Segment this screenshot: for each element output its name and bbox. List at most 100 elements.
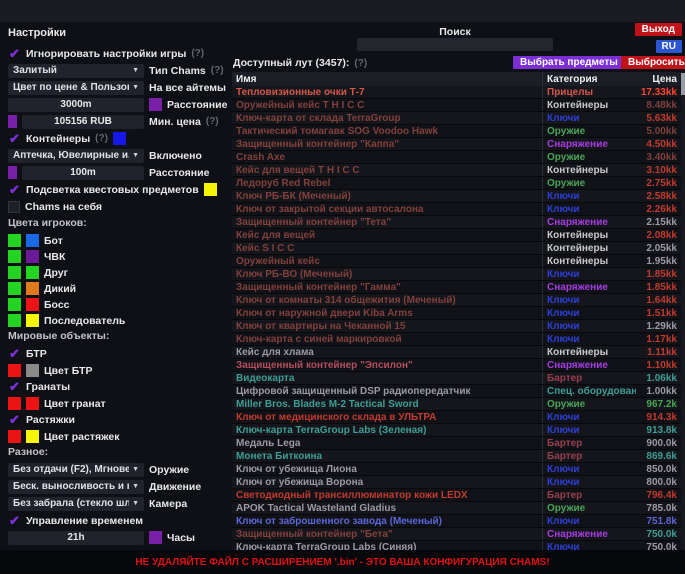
settings-row: 105156 RUBМин. цена(?) bbox=[8, 115, 230, 128]
text-input[interactable]: 100m bbox=[22, 166, 144, 180]
item-name: Тактический томагавк SOG Voodoo Hawk bbox=[232, 126, 542, 137]
item-price: 3.10kk bbox=[636, 165, 681, 176]
color-swatch[interactable] bbox=[8, 234, 21, 247]
checkbox[interactable]: ✔ bbox=[8, 183, 21, 196]
table-row[interactable]: Защищенный контейнер "Тета"Снаряжение2.1… bbox=[232, 216, 681, 229]
table-row[interactable]: Кейс для вещейКонтейнеры2.08kk bbox=[232, 229, 681, 242]
color-swatch[interactable] bbox=[113, 132, 126, 145]
color-swatch[interactable] bbox=[8, 266, 21, 279]
dropdown[interactable]: Аптечка, Ювелирные и...▼ bbox=[8, 149, 144, 163]
color-swatch[interactable] bbox=[149, 98, 162, 111]
item-name: Светодиодный трансиллюминатор кожи LEDX bbox=[232, 490, 542, 501]
color-swatch[interactable] bbox=[26, 430, 39, 443]
color-swatch[interactable] bbox=[8, 364, 21, 377]
settings-row: Цвет по цене & Пользователь▼На все айтем… bbox=[8, 81, 230, 94]
table-row[interactable]: Кейс для вещей T H I C CКонтейнеры3.10kk bbox=[232, 164, 681, 177]
table-row[interactable]: Оружейный кейс T H I C CКонтейнеры8.48kk bbox=[232, 99, 681, 112]
table-row[interactable]: Монета БиткоинаБартер869.6k bbox=[232, 450, 681, 463]
table-row[interactable]: Ключ от закрытой секции автосалонаКлючи2… bbox=[232, 203, 681, 216]
language-button[interactable]: RU bbox=[656, 40, 682, 53]
color-swatch[interactable] bbox=[26, 397, 39, 410]
table-row[interactable]: Miller Bros. Blades M-2 Tactical SwordОр… bbox=[232, 398, 681, 411]
table-row[interactable]: Защищенный контейнер "Бета"Снаряжение750… bbox=[232, 528, 681, 541]
table-row[interactable]: Оружейный кейсКонтейнеры1.95kk bbox=[232, 255, 681, 268]
checkbox[interactable]: ✔ bbox=[8, 47, 21, 60]
settings-panel-title: Настройки bbox=[8, 27, 230, 39]
dropdown-value: Беск. выносливость и нет уста bbox=[13, 481, 129, 492]
table-row[interactable]: Медаль LegaБартер900.0k bbox=[232, 437, 681, 450]
setting-label: Движение bbox=[149, 481, 201, 493]
table-scrollbar[interactable] bbox=[681, 72, 685, 550]
item-name: Ключ от медицинского склада в УЛЬТРА bbox=[232, 412, 542, 423]
checkbox[interactable]: ✔ bbox=[8, 413, 21, 426]
table-row[interactable]: Светодиодный трансиллюминатор кожи LEDXБ… bbox=[232, 489, 681, 502]
text-input[interactable]: 21h bbox=[8, 531, 144, 545]
settings-row: 21hЧасы bbox=[8, 531, 230, 544]
table-row[interactable]: Ключ от убежища ВоронаКлючи800.0k bbox=[232, 476, 681, 489]
bottom-bar: НЕ УДАЛЯЙТЕ ФАЙЛ С РАСШИРЕНИЕМ '.bin' - … bbox=[0, 550, 685, 574]
color-swatch[interactable] bbox=[8, 115, 17, 128]
dropdown[interactable]: Без отдачи (F2), Мгновенное п▼ bbox=[8, 463, 144, 477]
table-row[interactable]: Ледоруб Red RebelОружие2.75kk bbox=[232, 177, 681, 190]
text-input[interactable]: 105156 RUB bbox=[22, 115, 144, 129]
dropdown[interactable]: Залитый▼ bbox=[8, 64, 144, 78]
drop-all-button[interactable]: Выбросить все bbox=[621, 56, 685, 69]
color-swatch[interactable] bbox=[149, 531, 162, 544]
table-row[interactable]: Защищенный контейнер "Гамма"Снаряжение1.… bbox=[232, 281, 681, 294]
color-swatch[interactable] bbox=[8, 250, 21, 263]
color-swatch[interactable] bbox=[26, 250, 39, 263]
table-row[interactable]: Кейс для хламаКонтейнеры1.11kk bbox=[232, 346, 681, 359]
item-price: 2.05kk bbox=[636, 243, 681, 254]
scrollbar-thumb[interactable] bbox=[681, 73, 685, 95]
dropdown[interactable]: Цвет по цене & Пользователь▼ bbox=[8, 81, 144, 95]
checkbox[interactable]: ✔ bbox=[8, 347, 21, 360]
item-category: Бартер bbox=[542, 372, 636, 384]
color-swatch[interactable] bbox=[8, 166, 17, 179]
item-price: 967.2k bbox=[636, 399, 681, 410]
color-swatch[interactable] bbox=[26, 314, 39, 327]
color-swatch[interactable] bbox=[204, 183, 217, 196]
color-swatch[interactable] bbox=[8, 314, 21, 327]
item-category: Ключи bbox=[542, 294, 636, 306]
table-row[interactable]: ВидеокартаБартер1.06kk bbox=[232, 372, 681, 385]
table-row[interactable]: Ключ РБ-БК (Меченый)Ключи2.58kk bbox=[232, 190, 681, 203]
table-row[interactable]: APOK Tactical Wasteland GladiusОружие785… bbox=[232, 502, 681, 515]
text-input[interactable]: 3000m bbox=[8, 98, 144, 112]
color-swatch[interactable] bbox=[8, 397, 21, 410]
table-row[interactable]: Ключ РБ-ВО (Меченый)Ключи1.85kk bbox=[232, 268, 681, 281]
color-swatch[interactable] bbox=[8, 298, 21, 311]
table-row[interactable]: Crash AxeОружие3.40kk bbox=[232, 151, 681, 164]
table-row[interactable]: Ключ-карта TerraGroup Labs (Зеленая)Ключ… bbox=[232, 424, 681, 437]
table-row[interactable]: Защищенный контейнер "Каппа"Снаряжение4.… bbox=[232, 138, 681, 151]
table-row[interactable]: Ключ от наружной двери Kiba ArmsКлючи1.5… bbox=[232, 307, 681, 320]
table-row[interactable]: Ключ-карта TerraGroup Labs (Синяя)Ключи7… bbox=[232, 541, 681, 550]
exit-button[interactable]: Выход bbox=[635, 23, 682, 36]
table-row[interactable]: Ключ-карта от склада TerraGroupКлючи5.63… bbox=[232, 112, 681, 125]
table-row[interactable]: Цифровой защищенный DSP радиопередатчикС… bbox=[232, 385, 681, 398]
checkbox[interactable]: ✔ bbox=[8, 132, 21, 145]
color-swatch[interactable] bbox=[26, 298, 39, 311]
table-row[interactable]: Ключ от комнаты 314 общежития (Меченый)К… bbox=[232, 294, 681, 307]
table-row[interactable]: Защищенный контейнер "Эпсилон"Снаряжение… bbox=[232, 359, 681, 372]
table-row[interactable]: Ключ от квартиры на Чеканной 15Ключи1.29… bbox=[232, 320, 681, 333]
table-row[interactable]: Тактический томагавк SOG Voodoo HawkОруж… bbox=[232, 125, 681, 138]
checkbox[interactable] bbox=[8, 201, 20, 213]
color-swatch[interactable] bbox=[8, 430, 21, 443]
table-row[interactable]: Ключ от убежища ЛионаКлючи850.0k bbox=[232, 463, 681, 476]
color-swatch[interactable] bbox=[8, 282, 21, 295]
table-row[interactable]: Ключ от медицинского склада в УЛЬТРАКлюч… bbox=[232, 411, 681, 424]
dropdown[interactable]: Без забрала (стекло шлема)▼ bbox=[8, 497, 144, 511]
color-swatch[interactable] bbox=[26, 234, 39, 247]
color-swatch[interactable] bbox=[26, 266, 39, 279]
color-swatch[interactable] bbox=[26, 282, 39, 295]
table-row[interactable]: Кейс S I C CКонтейнеры2.05kk bbox=[232, 242, 681, 255]
checkbox[interactable]: ✔ bbox=[8, 380, 21, 393]
section-label: Цвета игроков: bbox=[8, 217, 230, 229]
checkbox[interactable]: ✔ bbox=[8, 514, 21, 527]
color-swatch[interactable] bbox=[26, 364, 39, 377]
table-row[interactable]: Ключ от заброшенного завода (Меченый)Клю… bbox=[232, 515, 681, 528]
table-row[interactable]: Ключ-карта с синей маркировкойКлючи1.17k… bbox=[232, 333, 681, 346]
search-input[interactable] bbox=[357, 38, 553, 51]
table-row[interactable]: Тепловизионные очки Т-7Прицелы17.33kk bbox=[232, 86, 681, 99]
dropdown[interactable]: Беск. выносливость и нет уста▼ bbox=[8, 480, 144, 494]
